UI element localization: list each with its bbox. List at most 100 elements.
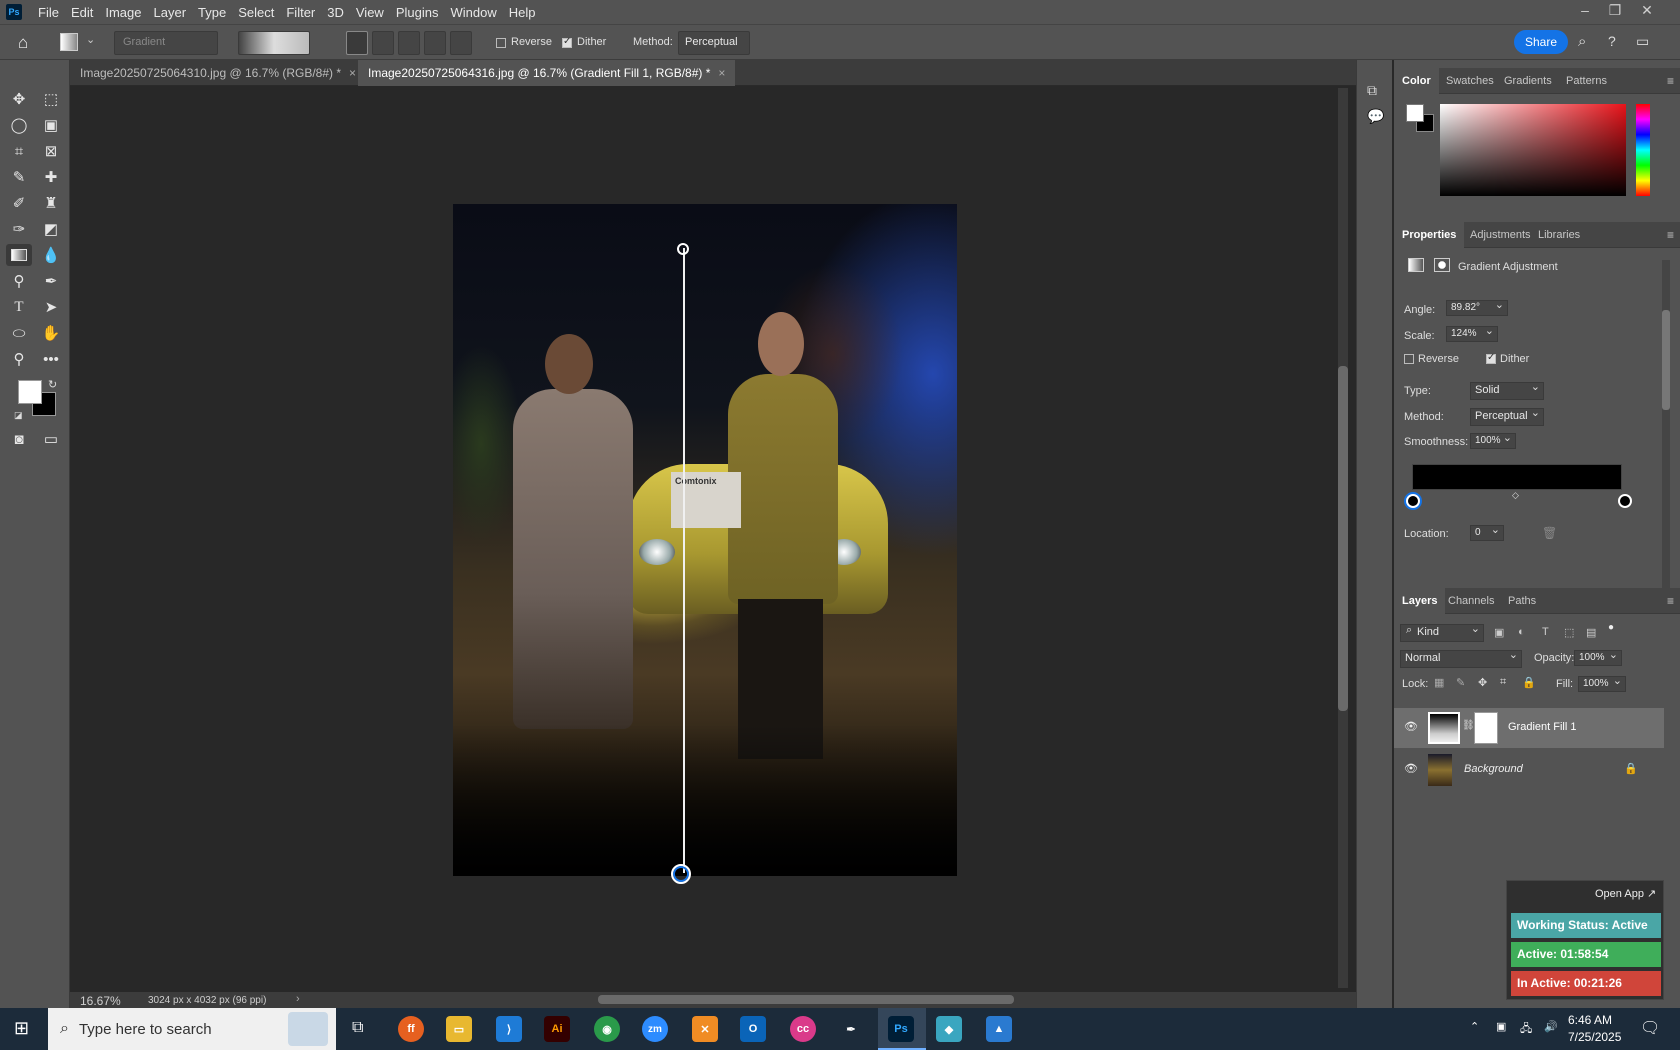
reflected-gradient-icon[interactable] (424, 31, 446, 55)
lock-transparent-icon[interactable]: ▦ (1434, 676, 1444, 689)
brush-tool-icon[interactable]: ✐ (6, 192, 32, 214)
task-view-icon[interactable]: ⧉ (352, 1019, 363, 1037)
hand-tool-icon[interactable]: ✋ (38, 322, 64, 344)
visibility-eye-icon[interactable]: 👁 (1404, 762, 1418, 775)
history-panel-icon[interactable]: ⧉ (1367, 82, 1377, 99)
tab-patterns[interactable]: Patterns (1558, 68, 1615, 94)
workspace-icon[interactable]: ▭ (1636, 33, 1649, 50)
default-colors-icon[interactable]: ◪ (14, 410, 23, 421)
tool-preset-icon[interactable] (60, 33, 78, 51)
blend-mode-select[interactable]: Normal (1400, 648, 1522, 668)
diamond-gradient-icon[interactable] (450, 31, 472, 55)
delete-stop-icon[interactable]: 🗑 (1542, 526, 1557, 540)
gradient-tool-icon[interactable] (6, 244, 32, 266)
help-icon[interactable]: ? (1608, 33, 1616, 49)
menu-file[interactable]: File (32, 5, 65, 20)
menu-filter[interactable]: Filter (280, 5, 321, 20)
marquee-tool-icon[interactable]: ⬚ (38, 88, 64, 110)
menu-help[interactable]: Help (503, 5, 542, 20)
linear-gradient-icon[interactable] (346, 31, 368, 55)
gradient-preset-field[interactable]: Gradient (114, 31, 218, 55)
comments-panel-icon[interactable]: 💬 (1367, 108, 1384, 125)
filter-shape-icon[interactable]: ⬚ (1564, 626, 1574, 639)
fg-color-chip-top[interactable] (1406, 104, 1424, 122)
blur-tool-icon[interactable]: 💧 (38, 244, 64, 266)
menu-image[interactable]: Image (99, 5, 147, 20)
opacity-field[interactable]: 100% (1574, 648, 1622, 666)
dither-checkbox[interactable] (562, 36, 572, 48)
windows-start-icon[interactable]: ⊞ (14, 1018, 29, 1039)
close-icon[interactable]: ✕ (1632, 2, 1662, 19)
menu-plugins[interactable]: Plugins (390, 5, 445, 20)
stamp-tool-icon[interactable]: ♜ (38, 192, 64, 214)
lock-artboard-icon[interactable]: ⌗ (1500, 676, 1506, 689)
search-icon[interactable]: ⌕ (1578, 33, 1586, 50)
method-select[interactable]: Perceptual (1470, 406, 1544, 426)
tab-libraries[interactable]: Libraries (1530, 222, 1588, 248)
gradient-bar[interactable] (1412, 464, 1622, 490)
chrome-icon[interactable]: ◉ (594, 1016, 620, 1042)
gradient-start-handle[interactable] (677, 243, 689, 255)
type-tool-icon[interactable]: T (6, 296, 32, 318)
mask-icon[interactable] (1434, 258, 1450, 272)
scale-field[interactable]: 124% (1446, 324, 1498, 342)
menu-select[interactable]: Select (232, 5, 280, 20)
menu-view[interactable]: View (350, 5, 390, 20)
lock-position-icon[interactable]: ✥ (1478, 676, 1487, 689)
tab-adjustments[interactable]: Adjustments (1462, 222, 1539, 248)
filter-type-icon[interactable]: T (1542, 626, 1549, 638)
close-tab-icon[interactable]: × (349, 66, 356, 80)
layer-row-background[interactable]: 👁 Background 🔒 (1394, 750, 1664, 790)
firefox-icon[interactable]: ff (398, 1016, 424, 1042)
gradient-swatch[interactable] (238, 31, 310, 55)
dodge-tool-icon[interactable]: ⚲ (6, 270, 32, 292)
layer-name[interactable]: Gradient Fill 1 (1508, 721, 1576, 733)
photoshop-taskbar-icon[interactable]: Ps (888, 1016, 914, 1042)
tab-channels[interactable]: Channels (1440, 588, 1502, 614)
layer-name[interactable]: Background (1464, 763, 1523, 775)
more-tools-icon[interactable]: ••• (38, 348, 64, 370)
method-select[interactable]: Perceptual (678, 31, 750, 55)
panel-menu-icon[interactable]: ≡ (1667, 594, 1674, 608)
tray-chevron-icon[interactable]: ⌃ (1470, 1020, 1479, 1033)
tab-properties[interactable]: Properties (1394, 222, 1465, 248)
path-select-tool-icon[interactable]: ➤ (38, 296, 64, 318)
reverse-checkbox[interactable] (1404, 354, 1414, 364)
panel-menu-icon[interactable]: ≡ (1667, 228, 1674, 242)
fill-field[interactable]: 100% (1578, 674, 1626, 692)
lasso-tool-icon[interactable]: ◯ (6, 114, 32, 136)
pen-tool-icon[interactable]: ✒ (38, 270, 64, 292)
radial-gradient-icon[interactable] (372, 31, 394, 55)
gradient-guide-line[interactable] (683, 248, 685, 873)
tab-swatches[interactable]: Swatches (1438, 68, 1502, 94)
lock-all-icon[interactable]: 🔒 (1522, 676, 1536, 689)
object-select-tool-icon[interactable]: ▣ (38, 114, 64, 136)
move-tool-icon[interactable]: ✥ (6, 88, 32, 110)
layer-filter-kind[interactable]: Kind (1400, 622, 1484, 642)
volume-icon[interactable]: 🔊 (1544, 1020, 1558, 1033)
gradient-end-handle[interactable] (671, 864, 691, 884)
panel-menu-icon[interactable]: ≡ (1667, 74, 1674, 88)
layer-mask-thumbnail[interactable] (1474, 712, 1498, 744)
swap-colors-icon[interactable]: ↻ (48, 378, 57, 391)
tab-gradients[interactable]: Gradients (1496, 68, 1560, 94)
eyedropper-tool-icon[interactable]: ✎ (6, 166, 32, 188)
visibility-eye-icon[interactable]: 👁 (1404, 720, 1418, 733)
creative-cloud-icon[interactable]: cc (790, 1016, 816, 1042)
outlook-icon[interactable]: O (740, 1016, 766, 1042)
ellipse-tool-icon[interactable]: ⬭ (6, 322, 32, 344)
zoom-app-icon[interactable]: zm (642, 1016, 668, 1042)
filter-pixel-icon[interactable]: ▣ (1494, 626, 1504, 639)
menu-type[interactable]: Type (192, 5, 232, 20)
tab-color[interactable]: Color (1394, 68, 1439, 94)
link-icon[interactable]: ⛓ (1462, 720, 1475, 731)
eraser-tool-icon[interactable]: ◩ (38, 218, 64, 240)
notifications-icon[interactable]: 🗨 (1640, 1018, 1660, 1038)
frame-tool-icon[interactable]: ⊠ (38, 140, 64, 162)
vscode-icon[interactable]: ⟩ (496, 1016, 522, 1042)
clock-date[interactable]: 7/25/2025 (1568, 1030, 1621, 1044)
menu-edit[interactable]: Edit (65, 5, 99, 20)
xampp-icon[interactable]: ✕ (692, 1016, 718, 1042)
menu-3d[interactable]: 3D (321, 5, 350, 20)
clock-time[interactable]: 6:46 AM (1568, 1013, 1612, 1027)
